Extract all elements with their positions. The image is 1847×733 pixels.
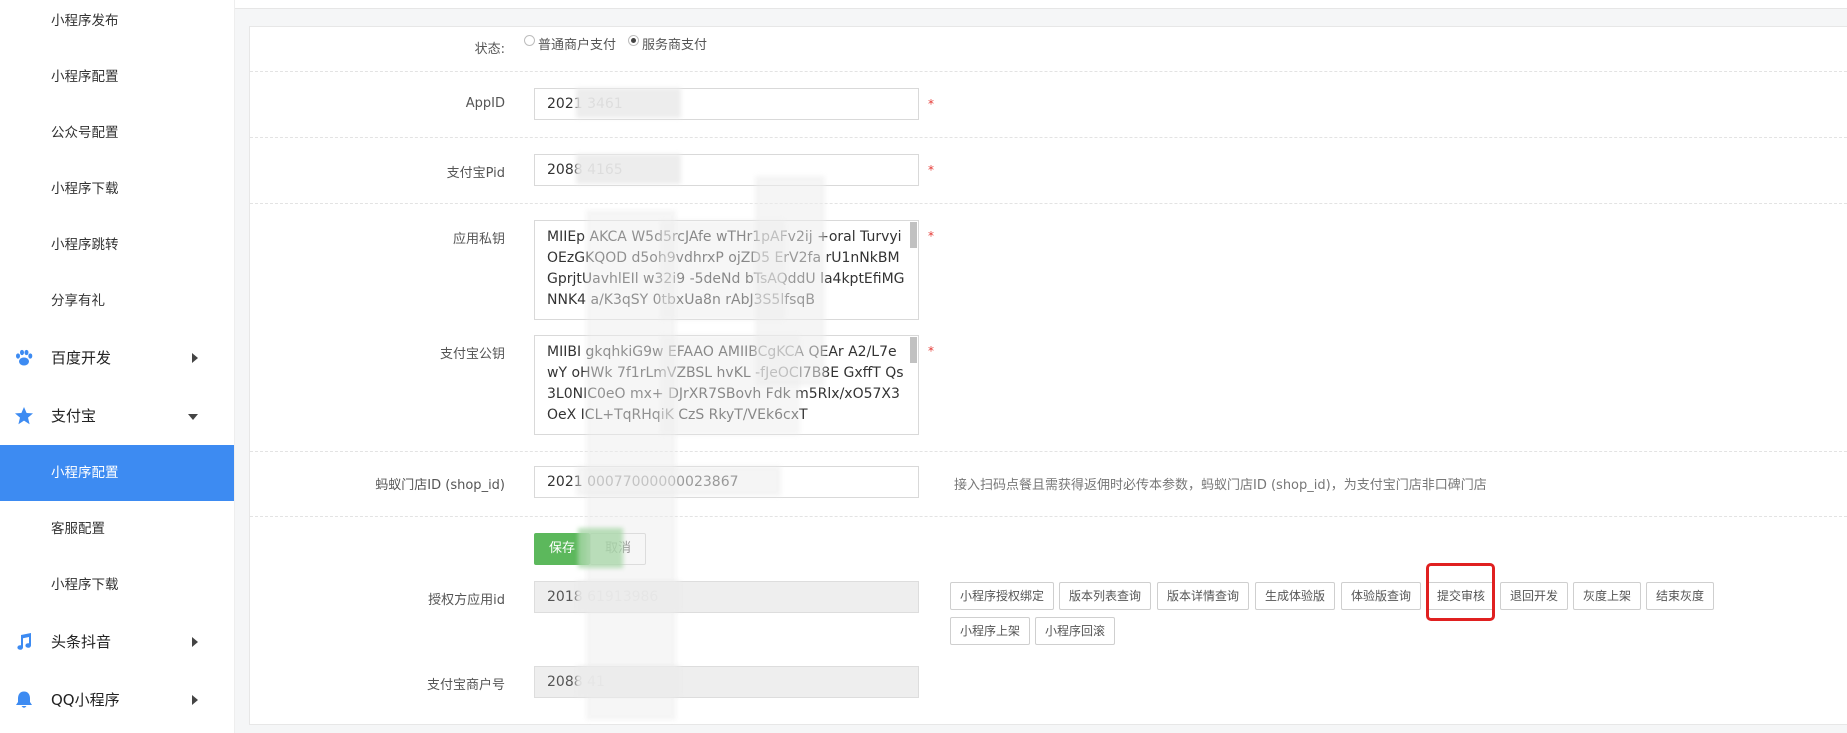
divider xyxy=(250,516,1847,517)
sidebar-item-service-config[interactable]: 客服配置 xyxy=(0,501,234,557)
status-label: 状态: xyxy=(474,42,505,57)
sidebar-item-share-gift[interactable]: 分享有礼 xyxy=(0,273,234,329)
required-mark: * xyxy=(928,97,934,111)
divider xyxy=(250,137,1847,138)
chevron-right-icon xyxy=(192,695,198,705)
redaction-mosaic xyxy=(576,581,681,611)
divider xyxy=(250,71,1847,72)
app: 小程序发布 小程序配置 公众号配置 小程序下载 小程序跳转 分享有礼 百度开发 … xyxy=(0,0,1847,733)
sidebar-item-mini-config[interactable]: 小程序配置 xyxy=(0,49,234,105)
redaction-mosaic xyxy=(660,335,800,435)
auth-app-id-label: 授权方应用id xyxy=(428,593,505,608)
radio-normal-merchant[interactable] xyxy=(524,35,535,46)
sidebar-item-mini-download[interactable]: 小程序下载 xyxy=(0,161,234,217)
divider xyxy=(250,203,1847,204)
paw-icon xyxy=(16,349,33,366)
shop-id-label: 蚂蚁门店ID (shop_id) xyxy=(375,478,505,493)
gray-release-button[interactable]: 灰度上架 xyxy=(1573,582,1642,610)
radio-service-provider[interactable] xyxy=(628,35,640,46)
chevron-down-icon xyxy=(188,414,198,420)
music-note-icon xyxy=(17,633,32,650)
alipay-pid-label: 支付宝Pid xyxy=(446,166,505,181)
trial-query-button[interactable]: 体验版查询 xyxy=(1341,582,1422,610)
textarea-scrollbar[interactable] xyxy=(910,222,917,248)
shop-id-hint: 接入扫码点餐且需获得返佣时必传本参数，蚂蚁门店ID (shop_id)，为支付宝… xyxy=(954,478,1487,493)
end-gray-button[interactable]: 结束灰度 xyxy=(1646,582,1715,610)
textarea-scrollbar[interactable] xyxy=(910,337,917,363)
star-icon xyxy=(15,407,33,425)
mini-release-button[interactable]: 小程序上架 xyxy=(950,617,1031,645)
sidebar-group-alipay[interactable]: 支付宝 xyxy=(0,388,234,444)
redaction-mosaic xyxy=(578,528,623,568)
mini-rollback-button[interactable]: 小程序回滚 xyxy=(1035,617,1116,645)
status-radio-group: 普通商户支付 服务商支付 xyxy=(524,34,719,53)
required-mark: * xyxy=(928,229,934,243)
sidebar-item-mini-jump[interactable]: 小程序跳转 xyxy=(0,217,234,273)
version-list-query-button[interactable]: 版本列表查询 xyxy=(1059,582,1152,610)
chevron-right-icon xyxy=(192,353,198,363)
required-mark: * xyxy=(928,344,934,358)
private-key-label: 应用私钥 xyxy=(452,232,505,247)
top-strip xyxy=(235,0,1847,9)
sidebar-group-qq[interactable]: QQ小程序 xyxy=(0,672,234,728)
sidebar-item-alipay-mini-config[interactable]: 小程序配置 xyxy=(0,445,234,501)
redaction-mosaic xyxy=(576,154,681,184)
sidebar-item-mini-publish[interactable]: 小程序发布 xyxy=(0,0,234,49)
divider xyxy=(250,451,1847,452)
redaction-mosaic xyxy=(576,666,681,696)
required-mark: * xyxy=(928,163,934,177)
sidebar-item-official-config[interactable]: 公众号配置 xyxy=(0,105,234,161)
appid-label: AppID xyxy=(465,96,505,111)
mini-auth-bind-button[interactable]: 小程序授权绑定 xyxy=(950,582,1055,610)
bell-icon xyxy=(16,691,32,708)
radio-normal-merchant-label: 普通商户支付 xyxy=(538,38,617,53)
redaction-mosaic xyxy=(660,220,785,320)
radio-service-provider-label: 服务商支付 xyxy=(642,38,708,53)
return-dev-button[interactable]: 退回开发 xyxy=(1500,582,1569,610)
redaction-mosaic xyxy=(576,88,681,118)
merchant-no-label: 支付宝商户号 xyxy=(426,678,505,693)
generate-trial-button[interactable]: 生成体验版 xyxy=(1255,582,1336,610)
redaction-mosaic xyxy=(576,466,781,496)
chevron-right-icon xyxy=(192,637,198,647)
sidebar: 小程序发布 小程序配置 公众号配置 小程序下载 小程序跳转 分享有礼 百度开发 … xyxy=(0,0,235,733)
alipay-public-key-label: 支付宝公钥 xyxy=(439,347,505,362)
sidebar-group-toutiao[interactable]: 头条抖音 xyxy=(0,614,234,670)
sidebar-item-alipay-mini-download[interactable]: 小程序下载 xyxy=(0,557,234,613)
highlight-box xyxy=(1426,563,1495,621)
version-detail-query-button[interactable]: 版本详情查询 xyxy=(1157,582,1250,610)
sidebar-group-baidu[interactable]: 百度开发 xyxy=(0,330,234,386)
